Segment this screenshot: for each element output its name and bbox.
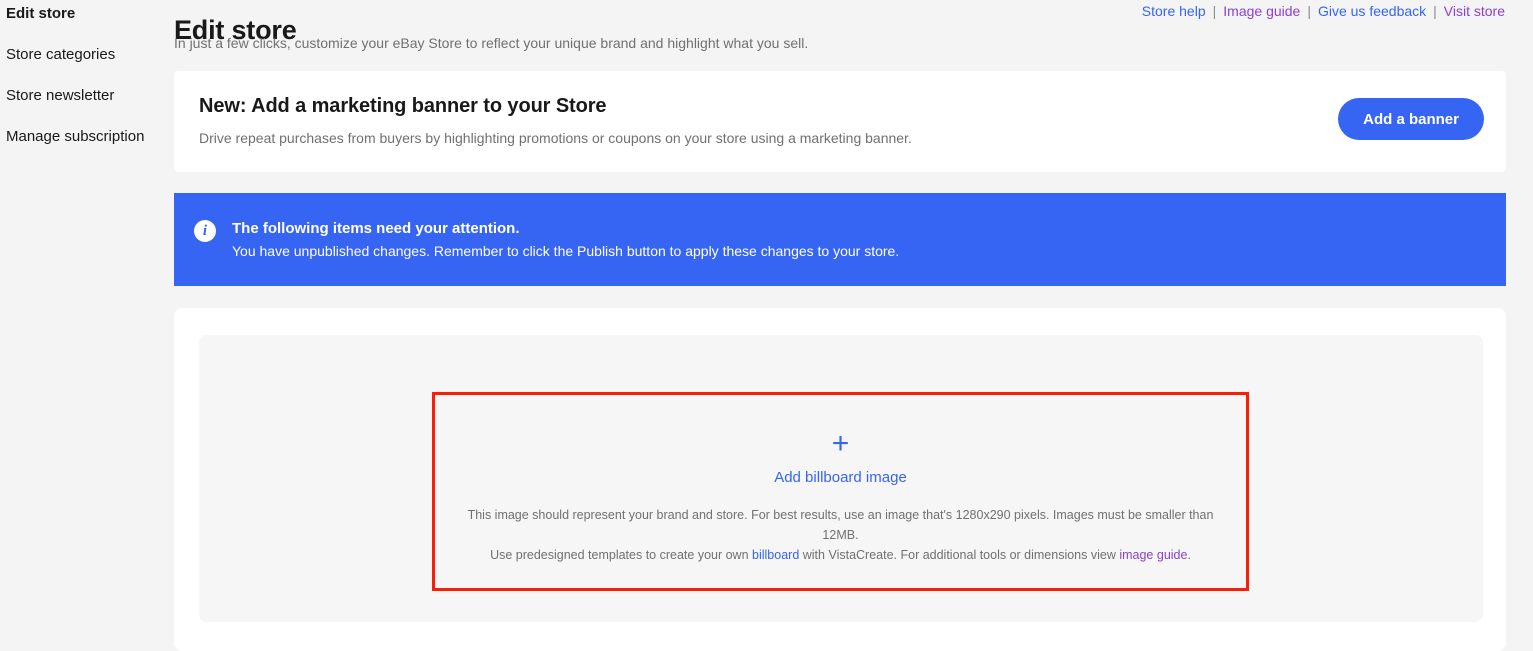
link-visit-store[interactable]: Visit store: [1444, 3, 1505, 19]
link-separator: |: [1426, 3, 1444, 19]
header-links: Store help|Image guide|Give us feedback|…: [1142, 2, 1505, 20]
billboard-help-line-2: Use predesigned templates to create your…: [455, 545, 1226, 565]
attention-title: The following items need your attention.: [232, 219, 520, 238]
page-subtitle: In just a few clicks, customize your eBa…: [174, 34, 808, 52]
plus-icon[interactable]: +: [435, 429, 1246, 459]
info-icon: i: [194, 220, 216, 242]
billboard-help-text-between-links: with VistaCreate. For additional tools o…: [799, 548, 1119, 562]
sidebar-item-store-newsletter[interactable]: Store newsletter: [6, 87, 114, 105]
sidebar: Edit store Store categories Store newsle…: [0, 0, 174, 651]
billboard-help-line-1: This image should represent your brand a…: [455, 505, 1226, 545]
sidebar-item-manage-subscription[interactable]: Manage subscription: [6, 128, 144, 146]
link-billboard[interactable]: billboard: [752, 548, 799, 562]
promo-title: New: Add a marketing banner to your Stor…: [199, 93, 606, 119]
link-separator: |: [1206, 3, 1224, 19]
sidebar-item-store-categories[interactable]: Store categories: [6, 46, 115, 64]
promo-description: Drive repeat purchases from buyers by hi…: [199, 129, 912, 147]
add-billboard-image-dropzone[interactable]: + Add billboard image This image should …: [432, 392, 1249, 591]
main-content: Edit store In just a few clicks, customi…: [174, 0, 1533, 651]
billboard-help-text-before-link: Use predesigned templates to create your…: [490, 548, 752, 562]
billboard-panel: + Add billboard image This image should …: [199, 335, 1483, 622]
link-store-help[interactable]: Store help: [1142, 3, 1206, 19]
billboard-card: + Add billboard image This image should …: [174, 308, 1506, 651]
add-billboard-image-label[interactable]: Add billboard image: [435, 468, 1246, 487]
link-image-guide[interactable]: Image guide: [1223, 3, 1300, 19]
attention-description: You have unpublished changes. Remember t…: [232, 242, 899, 260]
billboard-help-text-after-link: .: [1187, 548, 1190, 562]
link-give-us-feedback[interactable]: Give us feedback: [1318, 3, 1426, 19]
billboard-help-text: This image should represent your brand a…: [455, 505, 1226, 565]
sidebar-item-edit-store[interactable]: Edit store: [6, 5, 75, 23]
link-image-guide-inline[interactable]: image guide: [1119, 548, 1187, 562]
marketing-banner-promo-card: New: Add a marketing banner to your Stor…: [174, 71, 1506, 172]
attention-notification-banner: i The following items need your attentio…: [174, 193, 1506, 286]
add-a-banner-button[interactable]: Add a banner: [1338, 98, 1484, 140]
link-separator: |: [1300, 3, 1318, 19]
